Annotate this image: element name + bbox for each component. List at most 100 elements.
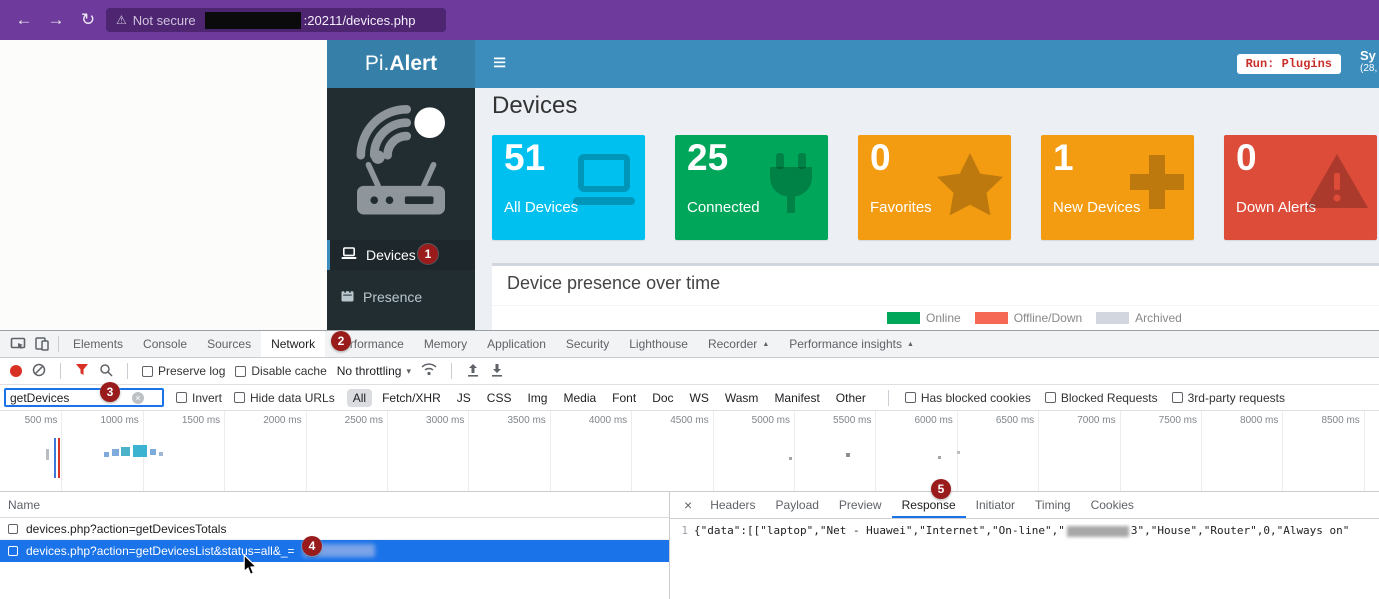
devtools-tab[interactable]: Security	[556, 331, 619, 357]
network-filter-input[interactable]	[10, 391, 128, 405]
request-type-filter[interactable]: Wasm	[719, 389, 765, 407]
request-row-get-devices-totals[interactable]: devices.php?action=getDevicesTotals	[0, 518, 669, 540]
device-toolbar-icon[interactable]	[30, 331, 54, 357]
network-overview[interactable]: 500 ms1000 ms1500 ms2000 ms2500 ms3000 m…	[0, 411, 1379, 492]
devtools-tab[interactable]: Application	[477, 331, 556, 357]
sidebar-item-devices[interactable]: Devices	[327, 240, 475, 270]
star-icon	[937, 153, 1003, 220]
request-type-filter[interactable]: Doc	[646, 389, 679, 407]
request-details-tab[interactable]: Initiator	[966, 492, 1025, 518]
timeline-gridline	[713, 411, 714, 491]
hamburger-icon[interactable]: ≡	[493, 49, 506, 76]
request-list-header[interactable]: Name	[0, 492, 669, 518]
url-text: :20211/devices.php	[304, 13, 416, 28]
devtools-tab[interactable]: Lighthouse	[619, 331, 698, 357]
address-bar[interactable]: ⚠ Not secure :20211/devices.php	[106, 8, 446, 32]
legend-label-offline: Offline/Down	[1014, 311, 1082, 325]
divider	[451, 363, 452, 379]
legend-swatch-online	[887, 312, 920, 324]
request-details-tab[interactable]: Headers	[700, 492, 765, 518]
invert-checkbox[interactable]: Invert	[176, 391, 222, 405]
legend-label-archived: Archived	[1135, 311, 1182, 325]
request-details-tab[interactable]: Preview	[829, 492, 892, 518]
devtools-tab[interactable]: Network	[261, 331, 325, 357]
preserve-log-label: Preserve log	[158, 364, 225, 378]
infobox-label: All Devices	[504, 199, 578, 216]
devtools-tab[interactable]: Recorder	[698, 331, 779, 357]
network-conditions-icon[interactable]	[421, 363, 437, 379]
devtools-tab[interactable]: Elements	[63, 331, 133, 357]
back-icon[interactable]: ←	[8, 10, 40, 30]
search-icon[interactable]	[99, 363, 113, 380]
request-details-tab[interactable]: Cookies	[1081, 492, 1144, 518]
request-type-filter[interactable]: Font	[606, 389, 642, 407]
brand-prefix: Pi.	[365, 52, 390, 76]
filter-input-box: ×	[4, 388, 164, 407]
network-filter-checkbox[interactable]: 3rd-party requests	[1172, 391, 1285, 405]
devtools-tab[interactable]: Sources	[197, 331, 261, 357]
timeline-label: 5500 ms	[801, 415, 871, 426]
request-details-tab[interactable]: Timing	[1025, 492, 1081, 518]
preserve-log-checkbox[interactable]: Preserve log	[142, 364, 225, 378]
devtools-tab[interactable]: Memory	[414, 331, 477, 357]
disable-cache-checkbox[interactable]: Disable cache	[235, 364, 326, 378]
throttling-value: No throttling	[337, 364, 402, 378]
page-title: Devices	[492, 92, 577, 120]
network-filter-checkbox[interactable]: Blocked Requests	[1045, 391, 1158, 405]
devtools-tab[interactable]: Performance insights	[779, 331, 924, 357]
inspect-element-icon[interactable]	[6, 331, 30, 357]
laptop-icon	[571, 153, 637, 216]
request-type-filter[interactable]: Media	[557, 389, 602, 407]
timeline-label: 8500 ms	[1290, 415, 1360, 426]
infobox-favorites[interactable]: 0 Favorites	[858, 135, 1011, 240]
timeline-gridline	[875, 411, 876, 491]
network-filter-checkbox[interactable]: Has blocked cookies	[905, 391, 1031, 405]
calendar-icon	[341, 289, 354, 305]
request-type-filter[interactable]: CSS	[481, 389, 518, 407]
infobox-connected[interactable]: 25 Connected	[675, 135, 828, 240]
throttling-select[interactable]: No throttling ▾	[337, 364, 411, 378]
not-secure-icon: ⚠	[116, 13, 127, 27]
divider	[492, 305, 1379, 306]
hide-data-urls-label: Hide data URLs	[250, 391, 335, 405]
clear-icon[interactable]	[32, 363, 46, 380]
app-logo[interactable]: Pi.Alert	[327, 40, 475, 88]
import-har-icon[interactable]	[466, 363, 480, 380]
network-filterbar: × Invert Hide data URLs AllFetch/XHRJSCS…	[0, 385, 1379, 411]
network-split-view: Name devices.php?action=getDevicesTotals…	[0, 492, 1379, 599]
request-list: Name devices.php?action=getDevicesTotals…	[0, 492, 670, 599]
request-row-get-devices-list[interactable]: devices.php?action=getDevicesList&status…	[0, 540, 669, 562]
hide-data-urls-checkbox[interactable]: Hide data URLs	[234, 391, 335, 405]
timeline-gridline	[1120, 411, 1121, 491]
sidebar-item-presence[interactable]: Presence	[327, 282, 475, 312]
record-icon[interactable]	[10, 365, 22, 377]
plus-icon	[1128, 153, 1186, 216]
infobox-down-alerts[interactable]: 0 Down Alerts	[1224, 135, 1377, 240]
filter-funnel-icon[interactable]	[75, 363, 89, 379]
export-har-icon[interactable]	[490, 363, 504, 380]
request-details-tab[interactable]: Response	[892, 492, 966, 518]
chevron-down-icon: ▾	[406, 366, 411, 377]
response-body: 1 {"data":[["laptop","Net - Huawei","Int…	[670, 519, 1379, 599]
run-plugins-button[interactable]: Run: Plugins	[1237, 54, 1341, 74]
request-type-filter[interactable]: JS	[451, 389, 477, 407]
devtools-tab[interactable]: Performance	[325, 331, 414, 357]
infobox-new-devices[interactable]: 1 New Devices	[1041, 135, 1194, 240]
timeline-label: 8000 ms	[1208, 415, 1278, 426]
request-type-filter[interactable]: Img	[521, 389, 553, 407]
reload-icon[interactable]: ↻	[72, 10, 104, 30]
forward-icon[interactable]: →	[40, 10, 72, 30]
clear-filter-icon[interactable]: ×	[132, 392, 144, 404]
request-details-tab[interactable]: Payload	[766, 492, 829, 518]
request-type-filter[interactable]: WS	[684, 389, 715, 407]
request-type-filter[interactable]: Other	[830, 389, 872, 407]
request-type-filter[interactable]: All	[347, 389, 372, 407]
header-right-line2: (28,	[1360, 63, 1379, 74]
checkbox-icon[interactable]	[8, 524, 18, 534]
close-icon[interactable]: ×	[676, 497, 700, 513]
request-type-filter[interactable]: Manifest	[768, 389, 825, 407]
infobox-all-devices[interactable]: 51 All Devices	[492, 135, 645, 240]
devtools-tab[interactable]: Console	[133, 331, 197, 357]
checkbox-icon[interactable]	[8, 546, 18, 556]
request-type-filter[interactable]: Fetch/XHR	[376, 389, 447, 407]
